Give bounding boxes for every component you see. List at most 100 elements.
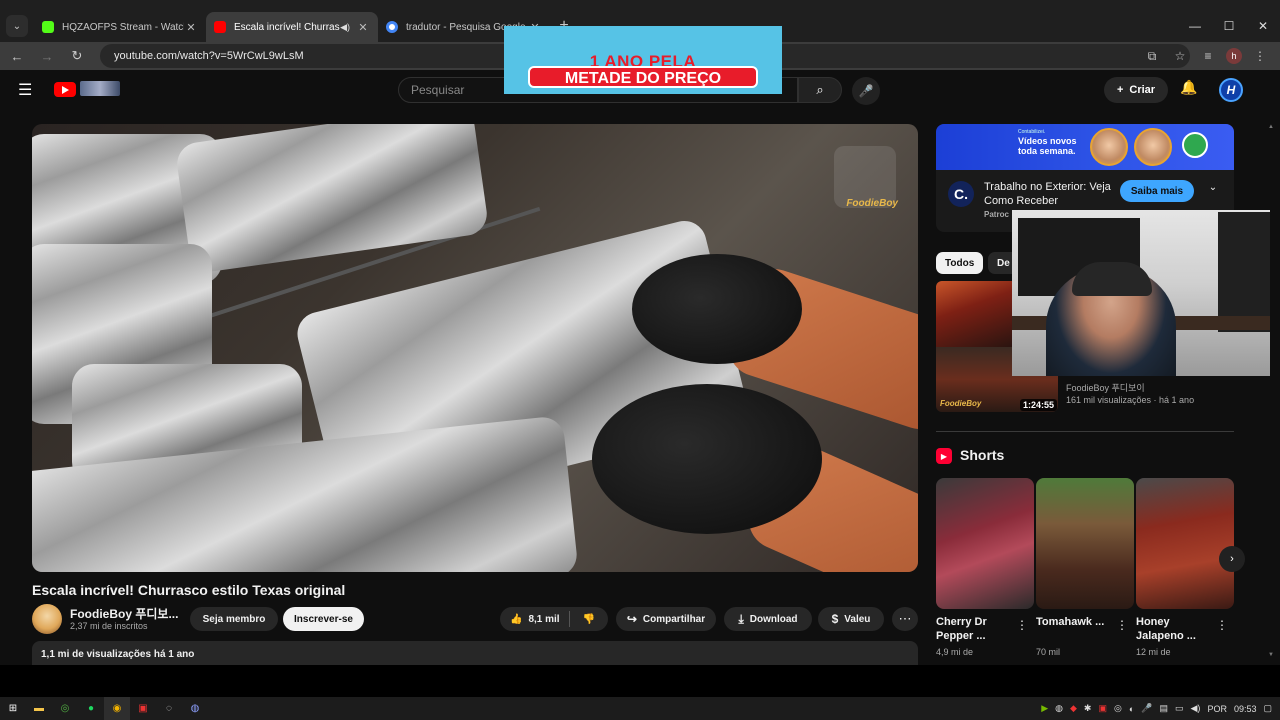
browser-tab-youtube[interactable]: Escala incrível! Churrasco estilo ◀) ✕ (206, 12, 378, 42)
voice-search-mic-icon[interactable]: 🎤 (852, 77, 880, 105)
create-button[interactable]: + Criar (1104, 77, 1168, 103)
tab-search-button[interactable]: ⌄ (6, 15, 28, 37)
close-tab-icon[interactable]: ✕ (356, 21, 370, 34)
ad-banner: Contabilizei. Vídeos novos toda semana. (936, 124, 1234, 170)
share-button[interactable]: ↪ Compartilhar (616, 607, 716, 631)
url-text: youtube.com/watch?v=5WrCwL9wLsM (114, 50, 304, 62)
profile-avatar[interactable]: h (1226, 48, 1242, 64)
xbox-icon[interactable]: ◎ (52, 697, 78, 720)
dislike-button[interactable]: 👎 (570, 614, 608, 625)
short-thumbnail[interactable] (936, 478, 1034, 609)
back-arrow-icon[interactable]: ← (4, 43, 30, 69)
nvidia-icon[interactable]: ▶ (1041, 703, 1048, 714)
toolbar-actions: ⧉ ☆ ≡ h ⋮ (1142, 42, 1270, 70)
chip-all[interactable]: Todos (936, 252, 984, 274)
ad-cta-button[interactable]: Saiba mais (1120, 180, 1194, 202)
app-tray-icon[interactable]: ✱ (1084, 703, 1092, 714)
channel-avatar[interactable] (32, 604, 62, 634)
watch-page: FoodieBoy Escala incrível! Churrasco est… (0, 110, 1280, 665)
short-thumbnail[interactable] (1136, 478, 1234, 609)
like-button[interactable]: 👍 8,1 mil (500, 611, 570, 627)
menu-kebab-icon[interactable]: ⋮ (1250, 46, 1270, 66)
youtube-premium-logo[interactable] (80, 81, 120, 96)
language-indicator[interactable]: POR (1207, 704, 1227, 714)
install-app-icon[interactable]: ⧉ (1142, 46, 1162, 66)
steam-icon[interactable]: ◎ (1114, 703, 1122, 714)
scroll-up-arrow-icon[interactable]: ▲ (1268, 124, 1274, 130)
short-title[interactable]: Honey Jalapeno ... (1136, 615, 1216, 643)
window-controls: — ☐ ✕ (1178, 10, 1280, 42)
notifications-bell-icon[interactable]: 🔔 (1178, 79, 1200, 101)
ad-title: Trabalho no Exterior: Veja Como Receber (984, 181, 1111, 207)
obs-icon[interactable]: ◌ (156, 697, 182, 720)
close-tab-icon[interactable]: ✕ (184, 21, 198, 34)
recommended-thumbnail[interactable] (936, 281, 1012, 347)
youtube-favicon-icon (214, 21, 226, 33)
short-menu-icon[interactable]: ⋮ (1016, 618, 1028, 632)
chevron-right-icon[interactable]: › (1219, 546, 1245, 572)
windows-start-icon[interactable]: ⊞ (0, 697, 26, 720)
app-tray-icon[interactable]: ▣ (1098, 703, 1107, 714)
thanks-button[interactable]: $ Valeu (818, 607, 884, 631)
mic-tray-icon[interactable]: 🎤 (1141, 703, 1152, 714)
hamburger-menu-icon[interactable]: ☰ (18, 80, 36, 100)
notification-icon[interactable]: ▢ (1263, 703, 1272, 714)
short-title[interactable]: Tomahawk ... (1036, 615, 1116, 629)
short-views: 12 mi de (1136, 647, 1171, 657)
gloved-hand (632, 254, 802, 364)
ad-banner-text: Vídeos novos toda semana. (1018, 136, 1077, 156)
join-button[interactable]: Seja membro (190, 607, 278, 631)
video-title: Escala incrível! Churrasco estilo Texas … (32, 582, 346, 598)
clock[interactable]: 09:53 (1234, 704, 1257, 714)
minimize-icon[interactable]: — (1178, 10, 1212, 42)
channel-name[interactable]: FoodieBoy 푸디보... (70, 605, 178, 622)
video-player[interactable]: FoodieBoy (32, 124, 918, 572)
bookmark-star-icon[interactable]: ☆ (1170, 46, 1190, 66)
scroll-down-arrow-icon[interactable]: ▼ (1268, 652, 1274, 658)
close-window-icon[interactable]: ✕ (1246, 10, 1280, 42)
network-icon[interactable]: ▭ (1175, 703, 1184, 714)
shorts-heading: Shorts (960, 447, 1005, 463)
media-controls-icon[interactable]: ≡ (1198, 46, 1218, 66)
reload-icon[interactable]: ↻ (64, 43, 90, 69)
shorts-logo-icon: ▶ (936, 448, 952, 464)
like-dislike-group: 👍 8,1 mil 👎 (500, 607, 608, 631)
short-menu-icon[interactable]: ⋮ (1116, 618, 1128, 632)
file-explorer-icon[interactable]: ▬ (26, 697, 52, 720)
youtube-logo-icon[interactable] (54, 82, 76, 97)
more-actions-icon[interactable]: ⋯ (892, 607, 918, 631)
maximize-icon[interactable]: ☐ (1212, 10, 1246, 42)
app-tray-icon[interactable]: ◐ (1129, 704, 1134, 714)
volume-icon[interactable]: ◀) (1191, 703, 1201, 714)
page-scrollbar[interactable] (1270, 110, 1280, 665)
promo-overlay-ad[interactable]: 1 ANO PELA METADE DO PREÇO (504, 26, 782, 94)
create-label: Criar (1129, 84, 1156, 96)
chevron-down-icon[interactable]: ⌄ (1204, 182, 1222, 200)
subscribe-button[interactable]: Inscrever-se (283, 607, 364, 631)
speaker-icon[interactable]: ◀) (340, 22, 350, 33)
webcam-cap (1072, 262, 1152, 296)
app-tray-icon[interactable]: ◆ (1070, 703, 1077, 714)
discord-icon[interactable]: ◍ (182, 697, 208, 720)
forward-arrow-icon[interactable]: → (34, 43, 60, 69)
download-label: Download (749, 613, 798, 625)
recommended-channel[interactable]: FoodieBoy 푸디보이 (1066, 381, 1145, 394)
spotify-icon[interactable]: ● (78, 697, 104, 720)
chrome-icon[interactable]: ◉ (104, 697, 130, 720)
short-title[interactable]: Cherry Dr Pepper ... (936, 615, 1016, 643)
download-button[interactable]: ⤓ Download (724, 607, 812, 631)
search-button[interactable]: ⌕ (798, 77, 842, 103)
short-views: 70 mil (1036, 647, 1061, 657)
description-box[interactable]: 1,1 mi de visualizações há 1 ano (32, 641, 918, 665)
search-placeholder: Pesquisar (411, 83, 465, 97)
super-thanks-icon: $ (831, 612, 839, 626)
app-tray-icon[interactable]: ▤ (1159, 703, 1168, 714)
account-avatar[interactable]: H (1219, 78, 1243, 102)
foil-brisket (174, 124, 490, 275)
ad-sponsored-label: Patroc (984, 210, 1009, 219)
short-menu-icon[interactable]: ⋮ (1216, 618, 1228, 632)
streaming-app-icon[interactable]: ▣ (130, 697, 156, 720)
short-thumbnail[interactable] (1036, 478, 1134, 609)
discord-tray-icon[interactable]: ◍ (1055, 703, 1063, 714)
browser-tab-kick[interactable]: HQZAOFPS Stream - Watch Live ✕ (34, 12, 206, 42)
